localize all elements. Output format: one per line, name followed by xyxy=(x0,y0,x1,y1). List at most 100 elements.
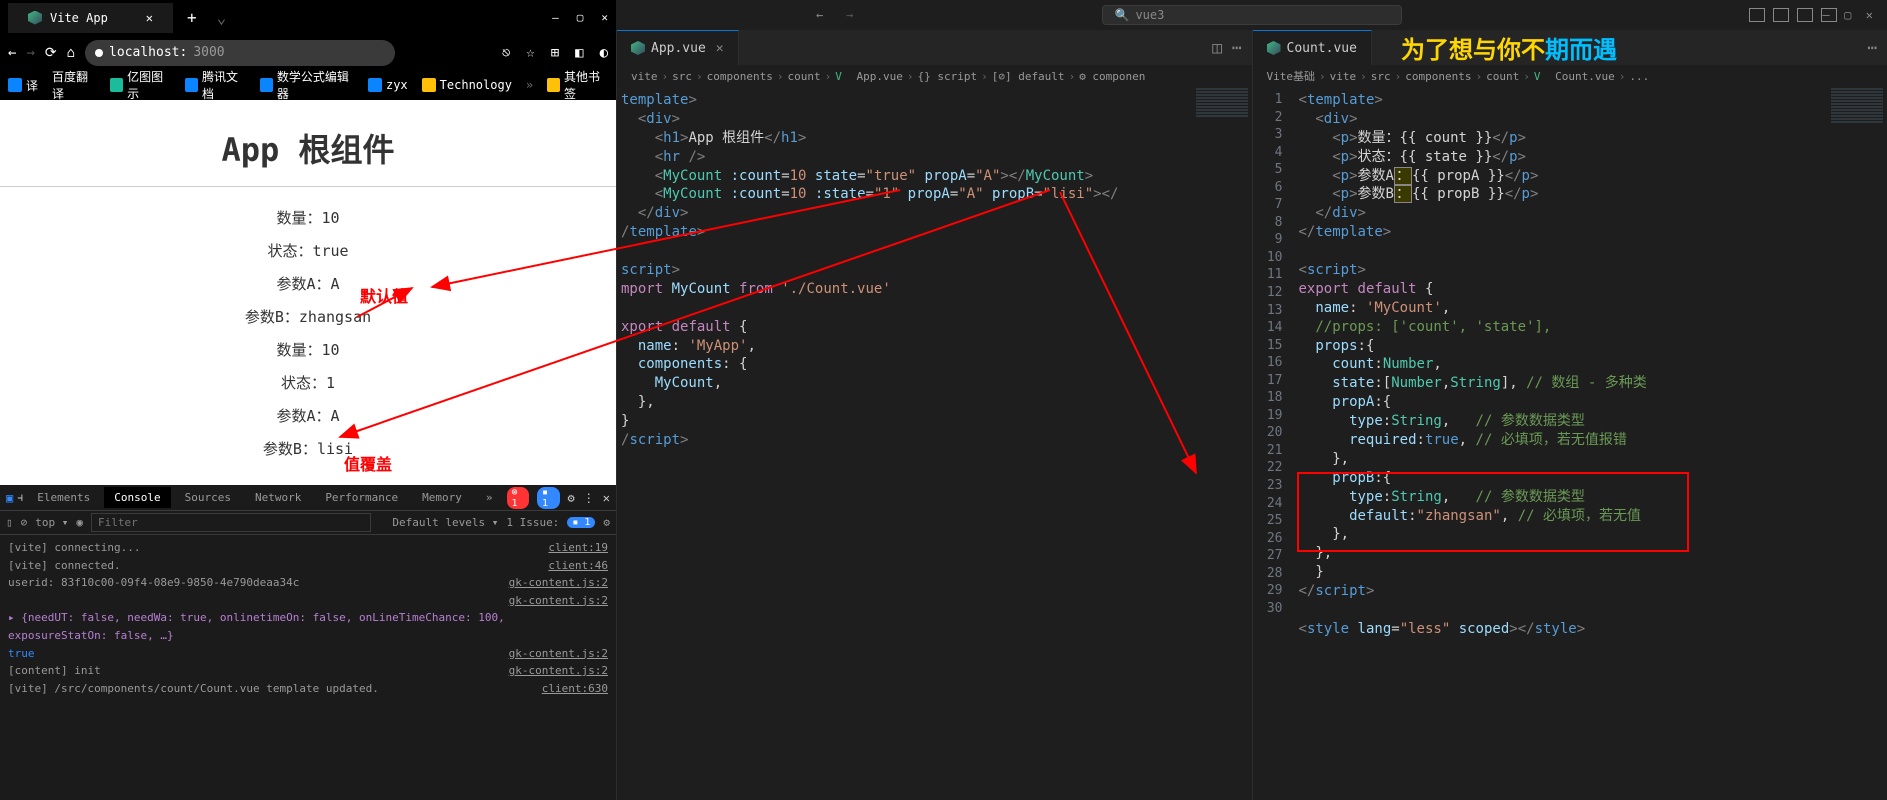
minimap[interactable] xyxy=(1827,87,1887,287)
bookmark-item[interactable]: 腾讯文档 xyxy=(185,68,246,102)
info-badge[interactable]: ▪ 1 xyxy=(537,487,559,509)
back-button[interactable]: ← xyxy=(8,45,16,61)
folder-icon xyxy=(422,78,436,92)
page-line: 参数B：lisi xyxy=(0,438,616,459)
bookmark-icon xyxy=(185,78,198,92)
devtools-tab[interactable]: Sources xyxy=(175,487,241,508)
bookmark-folder[interactable]: 其他书签 xyxy=(547,68,608,102)
layout-icon[interactable] xyxy=(1797,8,1813,22)
split-icon[interactable]: ◫ xyxy=(1212,38,1222,57)
file-tab[interactable]: App.vue ✕ xyxy=(617,30,739,65)
devtools-tab[interactable]: Performance xyxy=(315,487,408,508)
devtools-more[interactable]: » xyxy=(476,487,503,508)
extension-icon[interactable]: ⊞ xyxy=(551,45,559,61)
more-icon[interactable]: ⋮ xyxy=(583,491,595,505)
address-bar: ← → ⟳ ⌂ localhost: 3000 ⎋ ☆ ⊞ ◧ ◐ xyxy=(0,35,616,70)
devtools-tab[interactable]: Network xyxy=(245,487,311,508)
minimize-button[interactable]: — xyxy=(552,11,559,24)
layout-icon[interactable] xyxy=(1749,8,1765,22)
browser-titlebar: Vite App ✕ + ⌄ — ▢ ✕ xyxy=(0,0,616,35)
profile-icon[interactable]: ◐ xyxy=(600,45,608,61)
context-dropdown[interactable]: top ▾ xyxy=(35,516,68,529)
tab-label: Count.vue xyxy=(1287,41,1357,56)
more-icon[interactable]: ⋯ xyxy=(1867,38,1877,57)
devtools-tabs: ▣ ⫞ Elements Console Sources Network Per… xyxy=(0,485,616,511)
tab-dropdown-icon[interactable]: ⌄ xyxy=(217,8,227,27)
close-icon[interactable]: ✕ xyxy=(146,11,153,25)
bookmark-icon xyxy=(8,78,22,92)
browser-tab[interactable]: Vite App ✕ xyxy=(8,3,173,33)
folder-icon xyxy=(547,78,560,92)
bookmark-item[interactable]: 数学公式编辑器 xyxy=(260,68,354,102)
command-search[interactable]: 🔍 vue3 xyxy=(1102,5,1402,25)
bookmark-item[interactable]: zyx xyxy=(368,78,408,92)
annotation-override: 值覆盖 xyxy=(344,451,392,475)
vite-icon xyxy=(28,11,42,25)
rendered-page: App 根组件 数量：10 状态：true 参数A：A 参数B：zhangsan… xyxy=(0,100,616,485)
devtools-tab[interactable]: Elements xyxy=(27,487,100,508)
share-icon[interactable]: ⎋ xyxy=(502,45,510,61)
editor-titlebar: ← → 🔍 vue3 — ▢ ✕ xyxy=(616,0,1887,30)
window-controls: — ▢ ✕ xyxy=(552,11,608,24)
clear-icon[interactable]: ⊘ xyxy=(21,516,28,529)
url-host: localhost: xyxy=(109,45,187,60)
bookmarks-overflow[interactable]: » xyxy=(526,78,533,92)
star-icon[interactable]: ☆ xyxy=(526,45,534,61)
device-icon[interactable]: ⫞ xyxy=(17,490,23,505)
sidebar-toggle-icon[interactable]: ▯ xyxy=(6,516,13,529)
bookmark-item[interactable]: 百度翻译 xyxy=(52,68,96,102)
more-icon[interactable]: — ▢ ✕ xyxy=(1822,8,1873,22)
issues-label[interactable]: 1 Issue: xyxy=(506,516,559,529)
sidebar-icon[interactable]: ◧ xyxy=(575,45,583,61)
devtools-panel: ▣ ⫞ Elements Console Sources Network Per… xyxy=(0,485,616,800)
code-editor[interactable]: 1234567891011121314151617181920212223242… xyxy=(1253,87,1887,800)
page-line: 参数B：zhangsan xyxy=(0,306,616,327)
inspect-icon[interactable]: ▣ xyxy=(6,491,13,505)
url-input[interactable]: localhost: 3000 xyxy=(85,40,395,66)
page-line: 参数A：A xyxy=(0,273,616,294)
issue-badge[interactable]: ▪ 1 xyxy=(567,517,595,528)
log-row: userid: 83f10c00-09f4-08e9-9850-4e790dea… xyxy=(8,574,608,592)
minimap[interactable] xyxy=(1192,87,1252,287)
close-icon[interactable]: ✕ xyxy=(603,491,610,505)
vue-icon xyxy=(1267,41,1281,55)
code-lines: <template> <div> <p>数量：{{ count }}</p> <… xyxy=(1295,87,1887,800)
reload-button[interactable]: ⟳ xyxy=(45,45,57,61)
maximize-button[interactable]: ▢ xyxy=(577,11,584,24)
devtools-tab[interactable]: Console xyxy=(104,487,170,508)
code-editor[interactable]: template> <div> <h1>App 根组件</h1> <hr /> … xyxy=(617,87,1252,800)
new-tab-button[interactable]: + xyxy=(187,8,197,27)
levels-dropdown[interactable]: Default levels ▾ xyxy=(392,516,498,529)
url-port: 3000 xyxy=(193,45,224,60)
breadcrumb[interactable]: Vite基础› vite› src› components› count› V … xyxy=(1253,65,1887,87)
forward-button: → xyxy=(26,45,34,61)
bookmarks-bar: 译 百度翻译 亿图图示 腾讯文档 数学公式编辑器 zyx Technology … xyxy=(0,70,616,100)
nav-back-icon[interactable]: ← xyxy=(816,8,823,22)
bookmark-icon xyxy=(368,78,382,92)
eye-icon[interactable]: ◉ xyxy=(76,516,83,529)
page-line: 状态：true xyxy=(0,240,616,261)
site-info-icon[interactable] xyxy=(95,49,103,57)
settings-icon[interactable]: ⚙ xyxy=(568,491,575,505)
error-badge[interactable]: ⊗ 1 xyxy=(507,487,529,509)
more-icon[interactable]: ⋯ xyxy=(1232,38,1242,57)
nav-forward-icon: → xyxy=(846,8,853,22)
vue-icon xyxy=(631,41,645,55)
settings-icon[interactable]: ⚙ xyxy=(603,516,610,529)
close-button[interactable]: ✕ xyxy=(601,11,608,24)
close-icon[interactable]: ✕ xyxy=(716,41,724,56)
annotation-default: 默认值 xyxy=(360,283,408,307)
bookmark-item[interactable]: 译 xyxy=(8,77,38,94)
devtools-tab[interactable]: Memory xyxy=(412,487,472,508)
bookmark-item[interactable]: 亿图图示 xyxy=(110,68,171,102)
home-button[interactable]: ⌂ xyxy=(67,45,75,61)
log-row: [vite] /src/components/count/Count.vue t… xyxy=(8,680,608,698)
bookmark-folder[interactable]: Technology xyxy=(422,78,512,92)
filter-input[interactable] xyxy=(91,513,371,532)
layout-icon[interactable] xyxy=(1773,8,1789,22)
console-log: [vite] connecting...client:19 [vite] con… xyxy=(0,535,616,701)
search-text: vue3 xyxy=(1135,8,1164,22)
breadcrumb[interactable]: vite› src› components› count› V App.vue›… xyxy=(617,65,1252,87)
file-tab[interactable]: Count.vue xyxy=(1253,30,1372,65)
editor-pane-right: Count.vue ⋯ Vite基础› vite› src› component… xyxy=(1252,30,1887,800)
